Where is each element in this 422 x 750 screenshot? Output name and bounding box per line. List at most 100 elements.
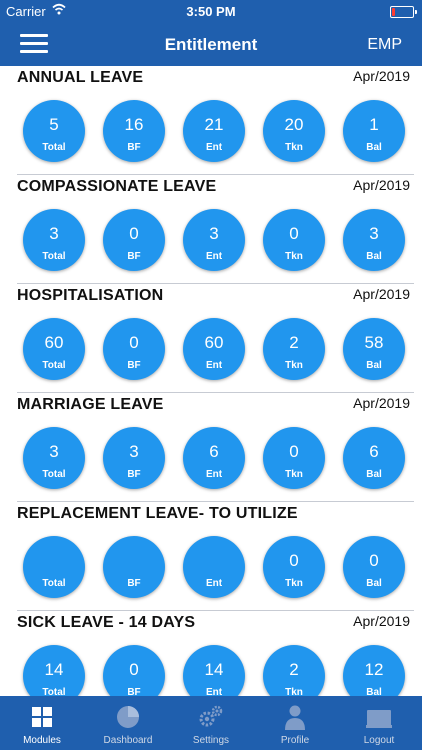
leave-stats-row: 3 Total 0 BF 3 Ent 0 Tkn 3 Bal [23, 209, 413, 273]
tab-profile[interactable]: Profile [253, 696, 337, 750]
stat-label: Ent [205, 578, 223, 589]
stat-label: Tkn [285, 687, 303, 696]
stat-circle-bf: 0 BF [103, 318, 165, 380]
stat-circle-bal: 58 Bal [343, 318, 405, 380]
battery-icon [390, 6, 417, 18]
stat-value: 0 [129, 333, 139, 352]
stat-value: 3 [49, 224, 59, 243]
stat-value: 0 [129, 660, 139, 679]
gears-icon [199, 705, 223, 727]
leave-type-title: HOSPITALISATION [17, 287, 164, 304]
stat-circle-total: 5 Total [23, 100, 85, 162]
status-bar: Carrier 3:50 PM [0, 0, 422, 24]
tab-settings-label: Settings [192, 735, 230, 746]
tab-dashboard[interactable]: Dashboard [86, 696, 170, 750]
stat-circle-total: 14 Total [23, 645, 85, 696]
stat-value: 2 [289, 333, 299, 352]
stat-label: BF [127, 578, 141, 589]
stat-circle-bal: 6 Bal [343, 427, 405, 489]
stat-label: Bal [366, 142, 382, 153]
tab-settings[interactable]: Settings [169, 696, 253, 750]
navigation-bar: Entitlement EMP [0, 24, 422, 66]
stat-circle-ent: 6 Ent [183, 427, 245, 489]
stat-value: 0 [369, 551, 379, 570]
stat-label: Ent [205, 251, 223, 262]
stat-value: 20 [284, 115, 304, 134]
stat-value: 16 [124, 115, 144, 134]
stat-value: 3 [209, 224, 219, 243]
leave-type-title: ANNUAL LEAVE [17, 69, 144, 86]
person-icon [285, 705, 305, 730]
stat-value: 14 [204, 660, 224, 679]
stat-label: Bal [366, 251, 382, 262]
stat-value: 3 [49, 442, 59, 461]
tab-dashboard-label: Dashboard [103, 735, 153, 746]
stat-value: 60 [44, 333, 64, 352]
stat-value: 3 [369, 224, 379, 243]
pie-chart-icon [117, 706, 139, 728]
leave-stats-row: 60 Total 0 BF 60 Ent 2 Tkn 58 Bal [23, 318, 413, 382]
stat-label: BF [127, 687, 141, 696]
stat-value: 0 [289, 224, 299, 243]
leave-section: ANNUAL LEAVE Apr/2019 5 Total 16 BF 21 Ent 20 Tkn… [0, 66, 422, 175]
leave-section: SICK LEAVE - 14 DAYS Apr/2019 14 Total 0 BF 14… [0, 611, 422, 696]
stat-circle-tkn: 0 Tkn [263, 536, 325, 598]
stat-circle-total: 3 Total [23, 427, 85, 489]
stat-value: 12 [364, 660, 384, 679]
stat-label: Total [42, 578, 66, 589]
stat-label: Total [42, 142, 66, 153]
leave-stats-row: 3 Total 3 BF 6 Ent 0 Tkn 6 Bal [23, 427, 413, 491]
stat-circle-bf: BF [103, 536, 165, 598]
stat-circle-bf: 0 BF [103, 645, 165, 696]
stat-circle-ent: 3 Ent [183, 209, 245, 271]
leave-period-date: Apr/2019 [353, 613, 410, 629]
entitlement-list[interactable]: ANNUAL LEAVE Apr/2019 5 Total 16 BF 21 Ent 20 Tkn… [0, 66, 422, 696]
stat-label: Ent [205, 142, 223, 153]
stat-value: 14 [44, 660, 64, 679]
leave-type-title: COMPASSIONATE LEAVE [17, 178, 217, 195]
stat-label: Ent [205, 360, 223, 371]
tab-logout[interactable]: Logout [337, 696, 421, 750]
leave-section: REPLACEMENT LEAVE- TO UTILIZE Total BF Ent 0… [0, 502, 422, 611]
stat-circle-tkn: 0 Tkn [263, 209, 325, 271]
stat-value: 6 [209, 442, 219, 461]
stat-label: Bal [366, 360, 382, 371]
page-title: Entitlement [164, 35, 258, 54]
leave-type-title: MARRIAGE LEAVE [17, 396, 164, 413]
stat-circle-tkn: 20 Tkn [263, 100, 325, 162]
stat-circle-bal: 3 Bal [343, 209, 405, 271]
tab-profile-label: Profile [280, 735, 310, 746]
stat-value: 60 [204, 333, 224, 352]
tab-bar: Modules Dashboard Settings Profile Logou… [0, 696, 422, 750]
leave-period-date: Apr/2019 [353, 68, 410, 84]
stat-circle-ent: 14 Ent [183, 645, 245, 696]
tab-modules[interactable]: Modules [0, 696, 84, 750]
stat-circle-bal: 0 Bal [343, 536, 405, 598]
laptop-icon [366, 710, 392, 728]
stat-label: Total [42, 469, 66, 480]
stat-label: Tkn [285, 142, 303, 153]
stat-circle-bal: 1 Bal [343, 100, 405, 162]
grid-icon [32, 707, 52, 727]
stat-value: 3 [129, 442, 139, 461]
leave-section: HOSPITALISATION Apr/2019 60 Total 0 BF 60 Ent 2 T… [0, 284, 422, 393]
leave-period-date: Apr/2019 [353, 286, 410, 302]
leave-type-title: SICK LEAVE - 14 DAYS [17, 614, 196, 631]
stat-value: 2 [289, 660, 299, 679]
leave-section: COMPASSIONATE LEAVE Apr/2019 3 Total 0 BF 3 Ent… [0, 175, 422, 284]
stat-label: BF [127, 360, 141, 371]
leave-period-date: Apr/2019 [353, 395, 410, 411]
stat-value: 58 [364, 333, 384, 352]
leave-stats-row: Total BF Ent 0 Tkn 0 Bal [23, 536, 413, 600]
stat-label: Tkn [285, 251, 303, 262]
clock-time: 3:50 PM [186, 4, 236, 19]
stat-label: BF [127, 142, 141, 153]
stat-circle-tkn: 0 Tkn [263, 427, 325, 489]
stat-label: Total [42, 360, 66, 371]
stat-label: Bal [366, 469, 382, 480]
stat-value: 6 [369, 442, 379, 461]
leave-section: MARRIAGE LEAVE Apr/2019 3 Total 3 BF 6 Ent 0 Tkn 6… [0, 393, 422, 502]
stat-value: 21 [204, 115, 224, 134]
stat-circle-total: 3 Total [23, 209, 85, 271]
emp-button[interactable]: EMP [367, 36, 402, 54]
